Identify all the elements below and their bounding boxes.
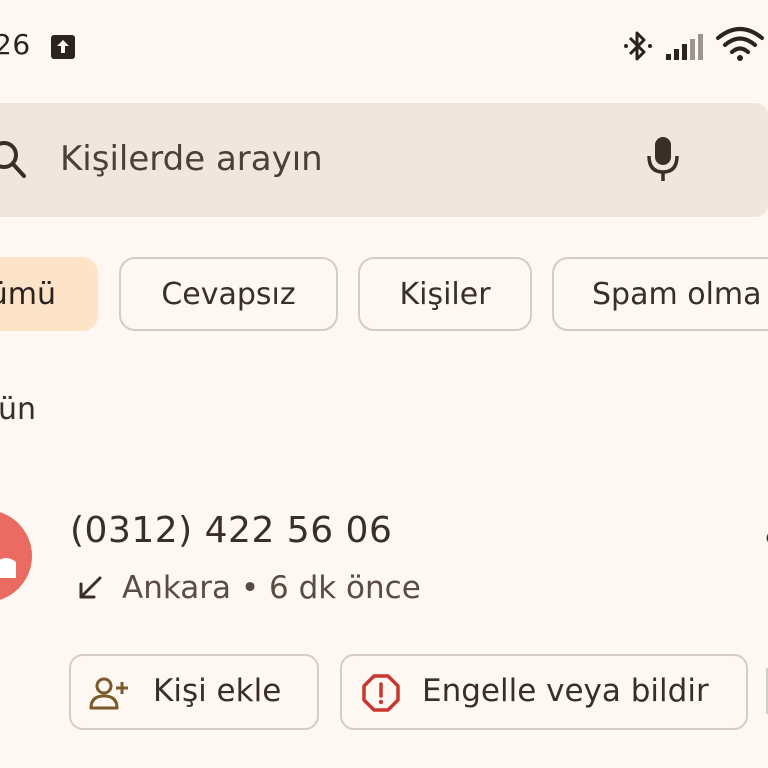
block-report-label: Engelle veya bildir [422,673,709,709]
add-person-icon [89,677,128,710]
add-contact-label: Kişi ekle [153,673,282,709]
section-header-today: ün [0,392,37,427]
incoming-call-icon [79,576,102,599]
search-icon[interactable] [0,138,28,182]
report-icon [362,674,400,712]
block-report-button[interactable]: Engelle veya bildir [340,654,748,730]
person-icon [0,558,16,578]
signal-icon [666,34,703,60]
call-number[interactable]: (0312) 422 56 06 [70,510,392,551]
bluetooth-icon [624,31,652,61]
call-history-screen: 26 Kişilerde arayın ümü Cevapsız Kişiler… [0,0,768,768]
chip-not-spam[interactable]: Spam olma [552,257,768,331]
search-input[interactable]: Kişilerde arayın [60,139,323,179]
upload-icon [51,35,75,59]
chip-missed[interactable]: Cevapsız [119,257,338,331]
status-time: 26 [0,28,31,61]
chip-all[interactable]: ümü [0,257,98,331]
add-contact-button[interactable]: Kişi ekle [69,654,319,730]
call-meta: Ankara • 6 dk önce [122,570,421,606]
wifi-icon [716,27,764,61]
mic-icon[interactable] [644,134,682,184]
chip-contacts[interactable]: Kişiler [358,257,532,331]
call-back-icon[interactable] [762,530,768,546]
